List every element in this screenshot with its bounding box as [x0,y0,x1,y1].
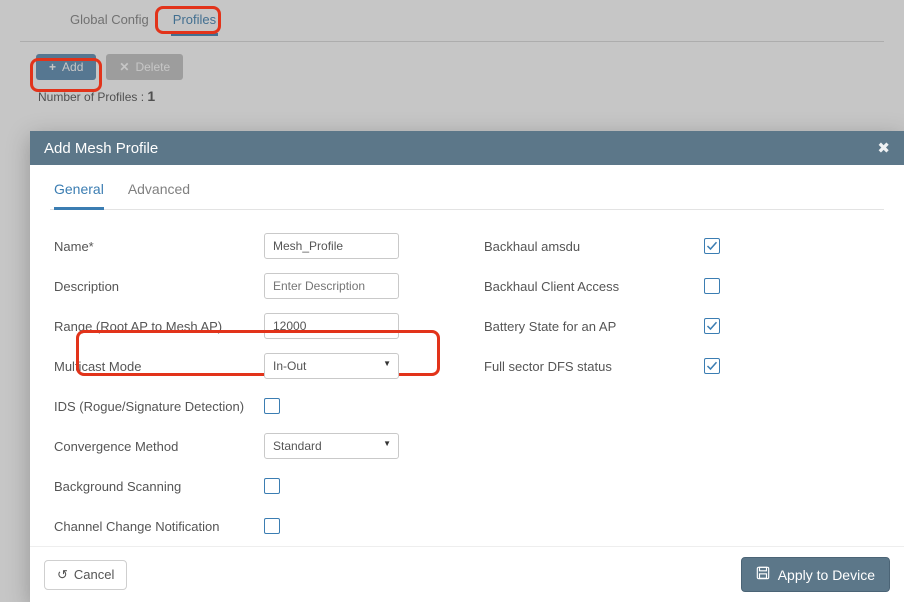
field-channotif: Channel Change Notification [54,506,424,546]
field-multicast: Multicast Mode In-Out [54,346,424,386]
label-range: Range (Root AP to Mesh AP) [54,319,264,334]
convergence-select[interactable]: Standard [264,433,399,459]
label-channotif: Channel Change Notification [54,519,264,534]
form-left-col: Name* Description Range (Root AP to Mesh… [54,226,424,546]
field-battery: Battery State for an AP [484,306,804,346]
cancel-button-label: Cancel [74,567,114,582]
range-input[interactable] [264,313,399,339]
add-mesh-profile-modal: Add Mesh Profile ✖ General Advanced Name… [30,131,904,602]
label-dfs: Full sector DFS status [484,359,704,374]
field-amsdu: Backhaul amsdu [484,226,804,266]
dfs-checkbox[interactable] [704,358,720,374]
field-dfs: Full sector DFS status [484,346,804,386]
form-columns: Name* Description Range (Root AP to Mesh… [50,226,884,546]
field-description: Description [54,266,424,306]
label-amsdu: Backhaul amsdu [484,239,704,254]
name-input[interactable] [264,233,399,259]
field-ids: IDS (Rogue/Signature Detection) [54,386,424,426]
amsdu-checkbox[interactable] [704,238,720,254]
label-multicast: Multicast Mode [54,359,264,374]
apply-button[interactable]: Apply to Device [741,557,890,592]
multicast-select[interactable]: In-Out [264,353,399,379]
bclient-checkbox[interactable] [704,278,720,294]
channotif-checkbox[interactable] [264,518,280,534]
field-name: Name* [54,226,424,266]
save-icon [756,566,770,583]
field-bclient: Backhaul Client Access [484,266,804,306]
undo-icon: ↺ [57,567,68,583]
form-right-col: Backhaul amsdu Backhaul Client Access Ba… [484,226,804,546]
ids-checkbox[interactable] [264,398,280,414]
modal-title: Add Mesh Profile [44,140,158,157]
label-ids: IDS (Rogue/Signature Detection) [54,399,264,414]
modal-subtabs: General Advanced [50,177,884,210]
field-bgscan: Background Scanning [54,466,424,506]
modal-header: Add Mesh Profile ✖ [30,131,904,165]
subtab-advanced[interactable]: Advanced [128,177,190,209]
apply-button-label: Apply to Device [778,567,875,583]
field-convergence: Convergence Method Standard [54,426,424,466]
label-convergence: Convergence Method [54,439,264,454]
battery-checkbox[interactable] [704,318,720,334]
subtab-general[interactable]: General [54,177,104,210]
cancel-button[interactable]: ↺ Cancel [44,560,127,590]
close-icon[interactable]: ✖ [877,139,890,157]
description-input[interactable] [264,273,399,299]
label-bclient: Backhaul Client Access [484,279,704,294]
label-bgscan: Background Scanning [54,479,264,494]
label-battery: Battery State for an AP [484,319,704,334]
modal-footer: ↺ Cancel Apply to Device [30,546,904,602]
label-description: Description [54,279,264,294]
bgscan-checkbox[interactable] [264,478,280,494]
modal-body: General Advanced Name* Description Range… [30,165,904,546]
label-name: Name* [54,239,264,254]
field-range: Range (Root AP to Mesh AP) [54,306,424,346]
